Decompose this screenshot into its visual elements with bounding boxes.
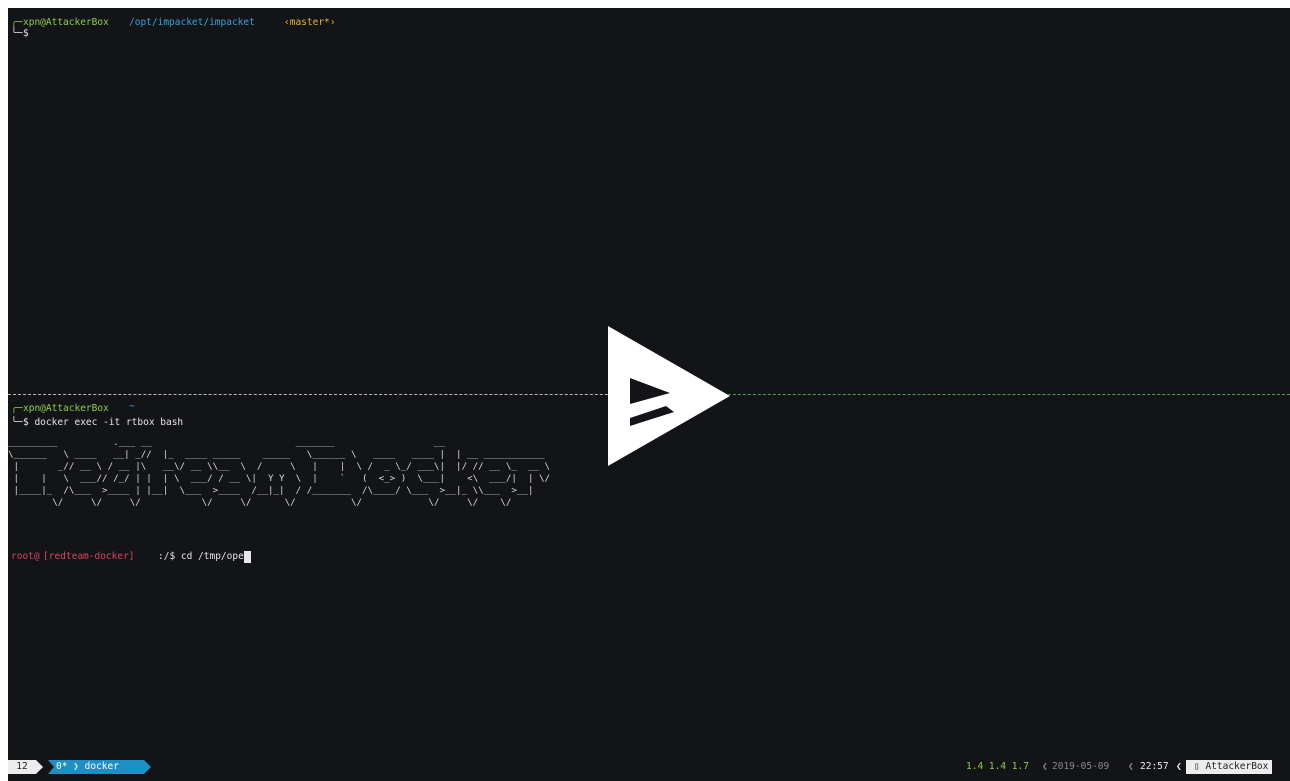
docker-exec-command: $ docker exec -it rtbox bash bbox=[23, 417, 184, 428]
window-index: 0* bbox=[56, 761, 68, 772]
bottom-prompt-user: xpn@AttackerBox bbox=[23, 403, 109, 414]
date-chevron-icon: ❮ bbox=[1042, 761, 1048, 772]
root-prompt-user: root@ bbox=[11, 551, 40, 562]
top-prompt-user: xpn@AttackerBox bbox=[23, 17, 109, 28]
terminal-cursor bbox=[244, 551, 251, 563]
tmux-status-bar: 12 0* ❯ docker 1.4 1.4 1.7 ❮ 2019-05-09 … bbox=[8, 760, 1290, 774]
session-number: 12 bbox=[8, 760, 36, 774]
time-chevron-icon: ❮ bbox=[1128, 761, 1134, 772]
window-name: docker bbox=[84, 761, 119, 772]
status-date: 2019-05-09 bbox=[1052, 761, 1110, 772]
root-prompt-command[interactable]: :/$ cd /tmp/ope bbox=[158, 551, 244, 562]
session-arrow-icon bbox=[36, 760, 43, 774]
bottom-prompt-corner-bottom: ╰─ bbox=[11, 417, 23, 428]
status-time: 22:57 bbox=[1140, 761, 1169, 772]
pane-divider-inactive[interactable] bbox=[8, 394, 668, 395]
redteam-docker-banner: _________ .___ __ _______ __ \______ \ _… bbox=[8, 437, 551, 508]
host-icon: ▯ bbox=[1194, 761, 1206, 772]
window-chevron-icon: ❯ bbox=[67, 761, 85, 772]
load-average: 1.4 1.4 1.7 bbox=[966, 761, 1029, 772]
top-prompt-corner-bottom: ╰─ bbox=[11, 28, 23, 39]
top-prompt-char: $ bbox=[23, 28, 29, 39]
status-hostname-block: ▯ AttackerBox bbox=[1186, 760, 1272, 774]
terminal-window[interactable]: ╭─ xpn@AttackerBox /opt/impacket/impacke… bbox=[8, 8, 1290, 781]
root-prompt-host: [redteam-docker] bbox=[43, 551, 135, 562]
top-prompt-path: /opt/impacket/impacket bbox=[129, 17, 255, 28]
window-tab-start-arrow-icon bbox=[48, 760, 54, 774]
window-tab-end-arrow-icon bbox=[144, 760, 151, 774]
play-button-icon[interactable] bbox=[608, 326, 730, 466]
pane-divider-active[interactable] bbox=[668, 394, 1290, 395]
tmux-window-tab[interactable]: 0* ❯ docker bbox=[48, 760, 144, 774]
top-prompt-git-branch: ‹master*› bbox=[284, 17, 336, 28]
bottom-prompt-corner: ╭─ bbox=[11, 403, 23, 414]
top-prompt-corner: ╭─ bbox=[11, 17, 23, 28]
status-hostname: AttackerBox bbox=[1205, 761, 1269, 772]
bottom-prompt-path: ~ bbox=[129, 401, 135, 412]
host-chevron-icon: ❮ bbox=[1176, 761, 1182, 772]
